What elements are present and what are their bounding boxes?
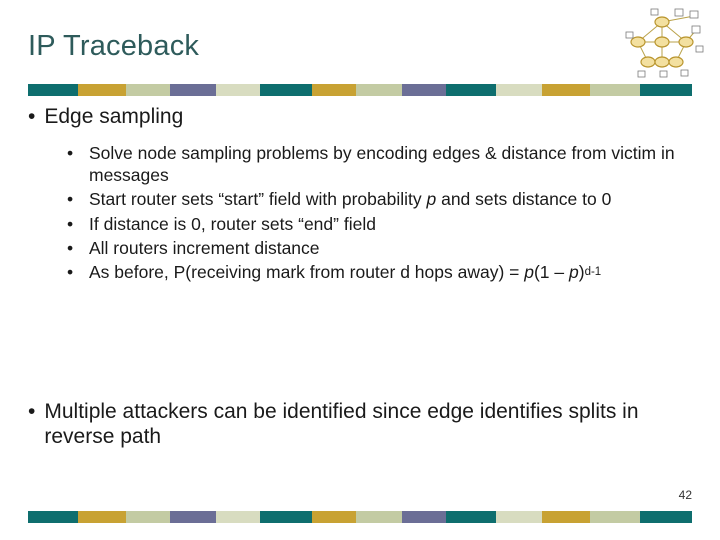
bullet-glyph: • bbox=[67, 262, 74, 283]
page-title: IP Traceback bbox=[28, 30, 200, 62]
decor-bar-segment bbox=[170, 84, 216, 96]
decor-bar-segment bbox=[402, 84, 446, 96]
decor-bar-segment bbox=[356, 84, 402, 96]
decor-bar-segment bbox=[126, 84, 170, 96]
decor-bar-segment bbox=[542, 511, 590, 523]
bullet-level1-edge-sampling: • Edge sampling bbox=[28, 105, 183, 130]
bullet-level1-edge-sampling-label: Edge sampling bbox=[44, 105, 184, 128]
sub-bullet-label: Start router sets “start” field with pro… bbox=[89, 189, 612, 210]
sub-bullet-label: As before, P(receiving mark from router … bbox=[89, 262, 602, 283]
decor-bar-segment bbox=[216, 84, 260, 96]
decor-bar-segment bbox=[260, 84, 312, 96]
sub-bullet-label: All routers increment distance bbox=[89, 237, 320, 258]
sub-bullet-item: • As before, P(receiving mark from router… bbox=[55, 261, 685, 283]
sub-bullet-item: • Start router sets “start” field with pr… bbox=[55, 188, 685, 210]
sub-bullet-item: • Solve node sampling problems by encodin… bbox=[55, 142, 685, 186]
decor-bar-segment bbox=[496, 511, 542, 523]
decor-bar-segment bbox=[356, 511, 402, 523]
decor-bar-segment bbox=[260, 511, 312, 523]
slide: IP Traceback • Edge sampling • Solve nod… bbox=[0, 0, 720, 540]
decor-bar-segment bbox=[402, 511, 446, 523]
bullet-glyph: • bbox=[28, 400, 36, 423]
decor-bar-segment bbox=[590, 84, 640, 96]
bullet-level1-multiple-attackers-label: Multiple attackers can be identified sin… bbox=[44, 400, 639, 448]
decor-bar-segment bbox=[126, 511, 170, 523]
decor-bar-segment bbox=[216, 511, 260, 523]
sub-bullet-list: • Solve node sampling problems by encodin… bbox=[55, 142, 685, 285]
decor-bar-segment bbox=[78, 511, 126, 523]
decor-bar-segment bbox=[640, 511, 692, 523]
decor-bar-bottom bbox=[28, 511, 692, 523]
sub-bullet-label: Solve node sampling problems by encoding… bbox=[89, 143, 675, 186]
bullet-glyph: • bbox=[28, 105, 36, 128]
sub-bullet-label: If distance is 0, router sets “end” fiel… bbox=[89, 213, 376, 234]
decor-bar-segment bbox=[28, 511, 78, 523]
decor-bar-segment bbox=[496, 84, 542, 96]
decor-bar-segment bbox=[590, 511, 640, 523]
decor-bar-top bbox=[28, 84, 692, 96]
decor-bar-segment bbox=[446, 511, 496, 523]
router-cluster-icon bbox=[618, 8, 706, 80]
decor-bar-segment bbox=[78, 84, 126, 96]
decor-bar-segment bbox=[170, 511, 216, 523]
decor-bar-segment bbox=[28, 84, 78, 96]
bullet-glyph: • bbox=[67, 143, 74, 163]
bullet-glyph: • bbox=[67, 213, 74, 234]
decor-bar-segment bbox=[312, 84, 356, 96]
bullet-glyph: • bbox=[67, 237, 74, 258]
decor-bar-segment bbox=[312, 511, 356, 523]
decor-bar-segment bbox=[542, 84, 590, 96]
sub-bullet-item: • All routers increment distance bbox=[55, 237, 685, 259]
decor-bar-segment bbox=[446, 84, 496, 96]
decor-bar-segment bbox=[640, 84, 692, 96]
bullet-level1-multiple-attackers: • Multiple attackers can be identified si… bbox=[28, 400, 668, 450]
bullet-glyph: • bbox=[67, 189, 74, 210]
sub-bullet-item: • If distance is 0, router sets “end” fie… bbox=[55, 213, 685, 235]
page-number: 42 bbox=[678, 488, 692, 502]
